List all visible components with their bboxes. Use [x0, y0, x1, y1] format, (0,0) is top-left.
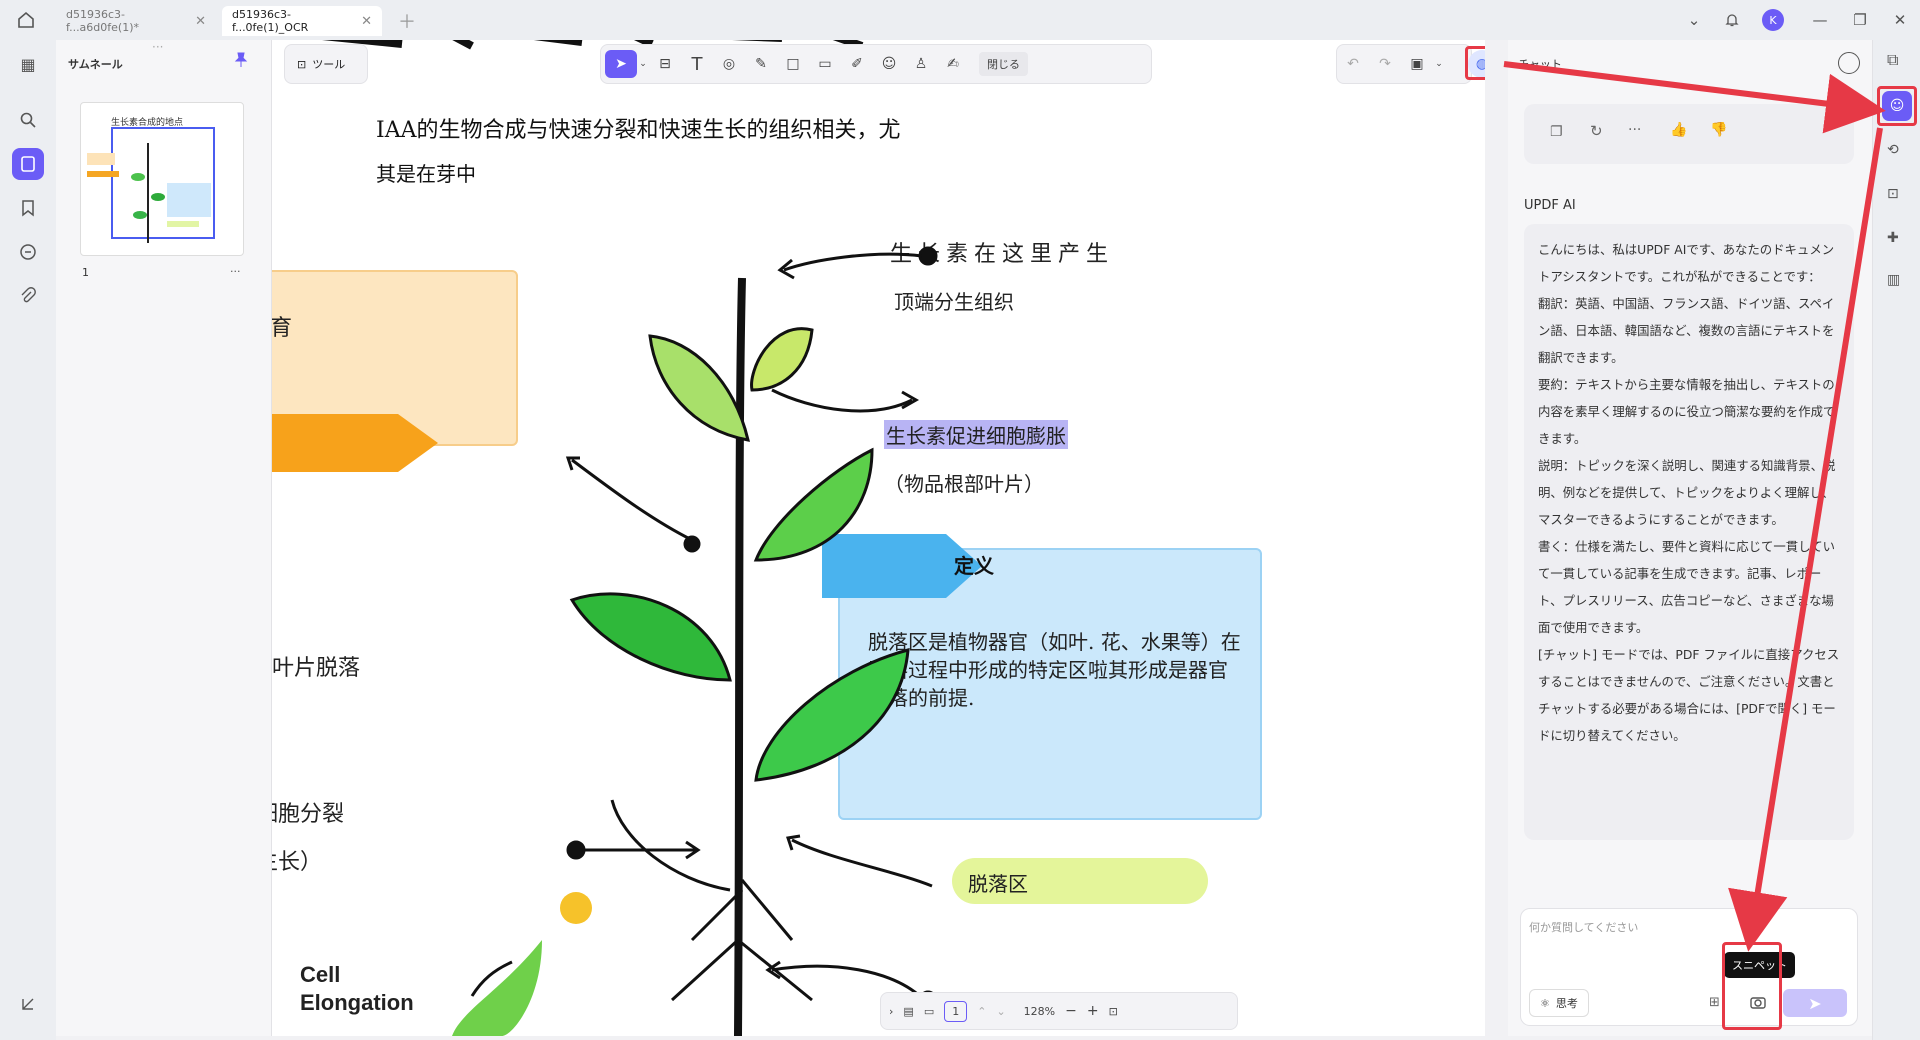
ai-chat-highlight-box [1877, 86, 1917, 126]
ocr-icon[interactable]: ⊡ [1887, 186, 1899, 202]
thumbs-up-icon[interactable]: 👍 [1670, 122, 1687, 138]
think-icon: ⚛ [1540, 996, 1550, 1010]
comment-icon[interactable] [12, 236, 44, 268]
history-icon[interactable] [1838, 52, 1860, 74]
bell-icon[interactable] [1718, 8, 1746, 32]
chat-input-box[interactable]: 何か質問してください ⚛ 思考 ⊞ ➤ [1520, 908, 1858, 1026]
message-actions-card: ❐ ↻ ··· 👍 👎 [1524, 104, 1854, 164]
grid-icon[interactable]: ▦ [12, 48, 44, 80]
title-bar: d51936c3-f...a6d0fe(1)* ✕ d51936c3-f...0f… [0, 0, 1920, 40]
tab-document-2[interactable]: d51936c3-f...0fe(1)_OCR ✕ [222, 6, 382, 36]
summary-icon[interactable]: ✚ [1887, 230, 1899, 246]
tab-document-1[interactable]: d51936c3-f...a6d0fe(1)* ✕ [56, 6, 216, 36]
zoom-level[interactable]: 128% [1024, 1005, 1055, 1018]
pin-icon[interactable] [234, 52, 250, 70]
copy-icon[interactable]: ❐ [1550, 124, 1563, 140]
presentation-icon[interactable]: ▭ [924, 1005, 934, 1018]
bot-name: UPDF AI [1524, 198, 1576, 213]
panel-title: サムネール [68, 58, 123, 71]
next-page-icon[interactable]: ⌄ [996, 1005, 1005, 1018]
sidebar-toggle-icon[interactable] [12, 988, 44, 1020]
zoom-in-icon[interactable]: + [1087, 1003, 1099, 1019]
plant-illustration [452, 246, 938, 1036]
tab-label: d51936c3-f...a6d0fe(1)* [66, 8, 140, 34]
new-tab-icon[interactable]: ＋ [398, 8, 416, 34]
think-label: 思考 [1555, 997, 1578, 1010]
avatar[interactable]: K [1762, 9, 1784, 31]
minimize-icon[interactable]: — [1806, 8, 1834, 32]
page-input[interactable]: 1 [944, 1000, 968, 1022]
send-button[interactable]: ➤ [1783, 989, 1847, 1017]
right-rail: ⧉ ☺ ⟲ ⊡ ✚ ▥ [1872, 40, 1920, 1040]
thumbs-down-icon[interactable]: 👎 [1710, 122, 1727, 138]
document-viewer[interactable]: ⊡ ツール ➤ ⌄ ⊟ T ◎ ✎ □ ▭ ✐ ☺ ♙ ✍ 閉じる ↶ ↷ ▣ ⌄… [272, 40, 1485, 1036]
zoom-out-icon[interactable]: − [1065, 1003, 1077, 1019]
chevron-down-icon[interactable]: ⌄ [1680, 8, 1708, 32]
chat-input[interactable]: 何か質問してください [1529, 919, 1638, 935]
more-icon[interactable]: ... [230, 262, 241, 275]
snippet-highlight-box [1722, 942, 1782, 1030]
thumbnail-panel: サムネール ··· 生长素合成的地点 1 ... [56, 40, 272, 1036]
bot-message: こんにちは、私はUPDF AIです、あなたのドキュメントアシスタントです。これが… [1524, 224, 1854, 840]
left-rail: ▦ [0, 40, 56, 1040]
chat-title: チャット [1518, 58, 1562, 71]
bot-message-text: こんにちは、私はUPDF AIです、あなたのドキュメントアシスタントです。これが… [1538, 242, 1840, 743]
prev-page-icon[interactable]: ⌃ [977, 1005, 986, 1018]
restore-icon[interactable]: ❐ [1846, 8, 1874, 32]
close-icon[interactable]: ✕ [361, 14, 372, 29]
more-icon[interactable]: ··· [1628, 122, 1641, 138]
bookmark-icon[interactable] [12, 192, 44, 224]
page-nav-bar: › ▤ ▭ 1 ⌃ ⌄ 128% − + ⊡ [880, 992, 1238, 1030]
tab-label: d51936c3-f...0fe(1)_OCR [232, 8, 309, 34]
collapse-icon[interactable]: › [889, 1005, 893, 1018]
chat-panel: チャット ❐ ↻ ··· 👍 👎 UPDF AI こんにちは、私はUPDF AI… [1508, 40, 1872, 1036]
panel-toggle-icon[interactable]: ⧉ [1887, 50, 1898, 70]
reading-mode-icon[interactable]: ▤ [903, 1005, 913, 1018]
book-icon[interactable]: ▥ [1887, 272, 1900, 288]
home-icon[interactable] [16, 10, 38, 30]
page-number-label: 1 [82, 266, 89, 279]
search-icon[interactable] [12, 104, 44, 136]
close-window-icon[interactable]: ✕ [1886, 8, 1914, 32]
fit-page-icon[interactable]: ⊡ [1109, 1005, 1118, 1018]
attach-file-icon[interactable]: ⊞ [1709, 995, 1720, 1010]
close-icon[interactable]: ✕ [195, 14, 206, 29]
translate-icon[interactable]: ⟲ [1887, 142, 1899, 158]
think-button[interactable]: ⚛ 思考 [1529, 989, 1589, 1017]
thumbnails-icon[interactable] [12, 148, 44, 180]
page-thumbnail[interactable]: 生长素合成的地点 [80, 102, 244, 256]
drag-handle[interactable]: ··· [152, 40, 163, 54]
regenerate-icon[interactable]: ↻ [1590, 122, 1603, 140]
attachment-icon[interactable] [12, 280, 44, 312]
